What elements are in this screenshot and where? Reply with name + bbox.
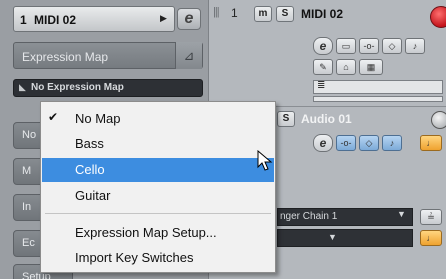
- track-name[interactable]: Audio 01: [301, 112, 352, 126]
- track-name-field[interactable]: 1 MIDI 02 ▶: [13, 6, 175, 32]
- track-grip-icon[interactable]: |||: [213, 6, 220, 18]
- musical-mode-button[interactable]: ♩: [420, 230, 442, 246]
- track-arrow-icon[interactable]: ▶: [160, 13, 167, 24]
- section-tab-label: Ec: [22, 237, 35, 249]
- freeze-button[interactable]: ♪: [382, 135, 402, 151]
- folder-icon[interactable]: ⌂: [336, 59, 356, 75]
- preset-field[interactable]: ▼: [277, 229, 413, 247]
- menu-item-label: Guitar: [75, 188, 111, 203]
- expression-map-menu: ✔ No Map Bass Cello Guitar Expression Ma…: [40, 101, 276, 273]
- monitor-button[interactable]: [431, 111, 446, 129]
- editor-button[interactable]: ≟: [420, 209, 442, 225]
- record-enable-button[interactable]: [430, 6, 446, 28]
- pencil-icon[interactable]: ✎: [313, 59, 333, 75]
- menu-item-label: Import Key Switches: [75, 250, 194, 265]
- checkmark-icon: ✔: [48, 110, 59, 124]
- chain-field[interactable]: nger Chain 1: [277, 208, 413, 226]
- pin-icon[interactable]: ⊿: [175, 42, 202, 69]
- expression-map-select[interactable]: ◣ No Expression Map: [13, 79, 203, 97]
- menu-item-label: No Map: [75, 111, 121, 126]
- chevron-down-icon[interactable]: ▼: [397, 209, 406, 219]
- track-field[interactable]: ≣: [313, 80, 443, 94]
- track-number: 1: [231, 6, 238, 20]
- mouse-cursor-icon: [257, 150, 273, 171]
- section-tab-label: No: [22, 129, 37, 141]
- timebase-button[interactable]: ◇: [359, 135, 379, 151]
- edit-instrument-button[interactable]: e: [177, 8, 201, 30]
- menu-item-no-map[interactable]: ✔ No Map: [42, 107, 274, 131]
- solo-button[interactable]: S: [276, 6, 294, 22]
- timebase-button[interactable]: ◇: [382, 38, 402, 54]
- menu-item-label: Cello: [75, 162, 105, 177]
- track-number: 1: [20, 13, 27, 27]
- menu-item-bass[interactable]: Bass: [42, 132, 274, 156]
- track-name[interactable]: MIDI 02: [301, 7, 343, 21]
- mute-button[interactable]: m: [254, 6, 272, 22]
- menu-item-label: Expression Map Setup...: [75, 225, 217, 240]
- section-title: Expression Map: [22, 50, 109, 64]
- section-tab-label: M: [22, 165, 32, 177]
- musical-mode-button[interactable]: ♩: [420, 135, 442, 151]
- freeze-button[interactable]: ♪: [405, 38, 425, 54]
- cubase-window: 1 MIDI 02 ▶ e Expression Map ⊿ ◣ No Expr…: [0, 0, 446, 279]
- list-icon: ≣: [317, 80, 326, 91]
- expression-map-section-header[interactable]: Expression Map ⊿: [13, 42, 203, 69]
- track-slider[interactable]: [313, 96, 443, 102]
- solo-button[interactable]: S: [277, 111, 295, 127]
- menu-item-expression-map-setup[interactable]: Expression Map Setup...: [42, 221, 274, 245]
- dropdown-triangle-icon: ◣: [19, 82, 26, 92]
- menu-separator: [45, 213, 271, 214]
- menu-item-guitar[interactable]: Guitar: [42, 184, 274, 208]
- expression-map-value: No Expression Map: [31, 82, 124, 93]
- track-name: MIDI 02: [34, 13, 77, 27]
- chain-field-label: nger Chain 1: [280, 211, 338, 222]
- edit-channel-icon[interactable]: e: [313, 134, 333, 152]
- read-button[interactable]: ▭: [336, 38, 356, 54]
- menu-item-label: Bass: [75, 136, 104, 151]
- menu-item-import-key-switches[interactable]: Import Key Switches: [42, 246, 274, 270]
- chevron-down-icon[interactable]: ▼: [328, 232, 337, 242]
- menu-item-cello[interactable]: Cello: [42, 158, 274, 182]
- lane-button[interactable]: -o-: [336, 135, 356, 151]
- section-tab-label: In: [22, 201, 32, 213]
- edit-instrument-icon[interactable]: e: [313, 37, 333, 55]
- lane-button[interactable]: -o-: [359, 38, 379, 54]
- keyboard-icon[interactable]: ▦: [359, 59, 383, 75]
